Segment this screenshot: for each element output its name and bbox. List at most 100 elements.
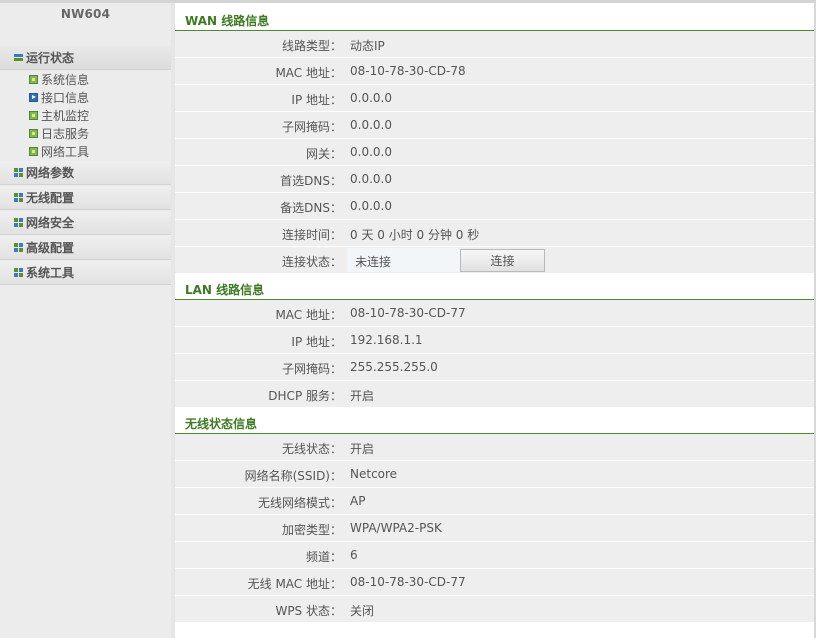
row-value: 开启 [350, 442, 375, 456]
row-label: 无线状态： [281, 442, 342, 456]
row-value: 192.168.1.1 [350, 333, 423, 347]
menu-group-security[interactable]: 网络安全 [0, 211, 171, 235]
bullet-icon [29, 74, 38, 84]
row-value: 关闭 [350, 604, 375, 618]
grid-icon [14, 168, 23, 177]
grid-icon [14, 218, 23, 227]
bullet-icon [29, 146, 38, 156]
table-row: WPS 状态： 关闭 [175, 596, 816, 623]
status-cell: 未连接 [347, 248, 460, 272]
section-title-lan: LAN 线路信息 [175, 275, 816, 300]
menu-group-label: 运行状态 [26, 51, 75, 65]
table-row: 无线网络模式： AP [175, 488, 816, 515]
section-title-text: WAN 线路信息 [185, 14, 270, 28]
row-label: 连接时间： [281, 228, 342, 242]
connect-button[interactable]: 连接 [460, 249, 545, 272]
row-label: 网络名称(SSID)： [244, 469, 342, 483]
row-value: 08-10-78-30-CD-77 [350, 306, 466, 320]
sidebar-item-label: 网络工具 [41, 144, 90, 159]
menu-group-status[interactable]: 运行状态 [0, 46, 171, 70]
connection-status-value: 未连接 [355, 255, 392, 269]
sidebar: NW604 运行状态 系统信息 接口信息 主机监控 日志服务 网络工具 网络参数… [0, 3, 171, 638]
row-label: 频道： [305, 550, 342, 564]
menu-group-label: 高级配置 [26, 241, 75, 255]
row-label: 备选DNS： [280, 201, 342, 215]
row-label: 首选DNS： [280, 174, 342, 188]
sidebar-item-label: 接口信息 [41, 90, 90, 105]
section-title-wan: WAN 线路信息 [175, 6, 816, 31]
row-value: WPA/WPA2-PSK [350, 521, 442, 535]
row-label: 子网掩码： [281, 120, 342, 134]
menu-group-system-tools[interactable]: 系统工具 [0, 261, 171, 285]
row-value: 0.0.0.0 [350, 145, 392, 159]
table-row: DHCP 服务： 开启 [175, 381, 816, 408]
table-row: IP 地址： 0.0.0.0 [175, 85, 816, 112]
connection-status-row: 连接状态： 未连接 连接 [175, 247, 816, 274]
table-row: 子网掩码： 255.255.255.0 [175, 354, 816, 381]
main-content: WAN 线路信息 线路类型： 动态IP MAC 地址： 08-10-78-30-CD… [175, 3, 816, 638]
row-value: 6 [350, 548, 358, 562]
table-row: 网关： 0.0.0.0 [175, 139, 816, 166]
row-label: 无线 MAC 地址： [247, 577, 342, 591]
bullet-icon [29, 110, 38, 120]
menu-group-network-params[interactable]: 网络参数 [0, 161, 171, 185]
table-row: 子网掩码： 0.0.0.0 [175, 112, 816, 139]
row-label: 子网掩码： [281, 362, 342, 376]
row-label: DHCP 服务： [268, 389, 342, 403]
row-label: 网关： [305, 147, 342, 161]
row-value: 0 天 0 小时 0 分钟 0 秒 [350, 228, 480, 242]
table-row: 备选DNS： 0.0.0.0 [175, 193, 816, 220]
row-value: 动态IP [350, 39, 385, 53]
table-row: MAC 地址： 08-10-78-30-CD-78 [175, 58, 816, 85]
brand-title: NW604 [60, 7, 111, 21]
sidebar-item-network-tools[interactable]: 网络工具 [29, 142, 89, 160]
table-row: 连接时间： 0 天 0 小时 0 分钟 0 秒 [175, 220, 816, 247]
arrow-icon [29, 92, 38, 102]
section-title-wireless: 无线状态信息 [175, 409, 816, 434]
row-label: IP 地址： [291, 335, 342, 349]
row-value: Netcore [350, 467, 398, 481]
menu-group-label: 系统工具 [26, 266, 75, 280]
menu-group-wireless[interactable]: 无线配置 [0, 186, 171, 210]
table-row: 频道： 6 [175, 542, 816, 569]
grid-icon [14, 243, 23, 252]
table-row: 线路类型： 动态IP [175, 31, 816, 58]
sidebar-item-host-monitor[interactable]: 主机监控 [29, 106, 89, 124]
grid-icon [14, 193, 23, 202]
section-title-text: 无线状态信息 [185, 417, 258, 431]
sidebar-item-interface-info[interactable]: 接口信息 [29, 88, 89, 106]
bullet-icon [29, 128, 38, 138]
row-label: IP 地址： [291, 93, 342, 107]
row-value: 0.0.0.0 [350, 118, 392, 132]
sidebar-item-log-service[interactable]: 日志服务 [29, 124, 89, 142]
row-label: 无线网络模式： [257, 496, 342, 510]
row-label: MAC 地址： [275, 308, 342, 322]
row-value: 0.0.0.0 [350, 199, 392, 213]
table-row: 首选DNS： 0.0.0.0 [175, 166, 816, 193]
table-row: 加密类型： WPA/WPA2-PSK [175, 515, 816, 542]
sidebar-item-system-info[interactable]: 系统信息 [29, 70, 89, 88]
table-row: 网络名称(SSID)： Netcore [175, 461, 816, 488]
row-value: AP [350, 494, 366, 508]
menu-group-advanced[interactable]: 高级配置 [0, 236, 171, 260]
collapse-icon [14, 53, 23, 62]
menu-group-label: 网络安全 [26, 216, 75, 230]
row-label: MAC 地址： [275, 66, 342, 80]
section-title-text: LAN 线路信息 [185, 283, 265, 297]
sidebar-item-label: 主机监控 [41, 108, 90, 123]
row-value: 255.255.255.0 [350, 360, 438, 374]
menu-group-label: 无线配置 [26, 191, 75, 205]
table-row: 无线状态： 开启 [175, 434, 816, 461]
row-value: 08-10-78-30-CD-78 [350, 64, 466, 78]
table-row: MAC 地址： 08-10-78-30-CD-77 [175, 300, 816, 327]
row-label: 连接状态： [281, 255, 342, 269]
sidebar-item-label: 系统信息 [41, 72, 90, 87]
table-row: IP 地址： 192.168.1.1 [175, 327, 816, 354]
row-value: 08-10-78-30-CD-77 [350, 575, 466, 589]
table-row: 无线 MAC 地址： 08-10-78-30-CD-77 [175, 569, 816, 596]
row-label: 加密类型： [281, 523, 342, 537]
row-label: WPS 状态： [275, 604, 342, 618]
grid-icon [14, 268, 23, 277]
row-label: 线路类型： [281, 39, 342, 53]
row-value: 0.0.0.0 [350, 91, 392, 105]
